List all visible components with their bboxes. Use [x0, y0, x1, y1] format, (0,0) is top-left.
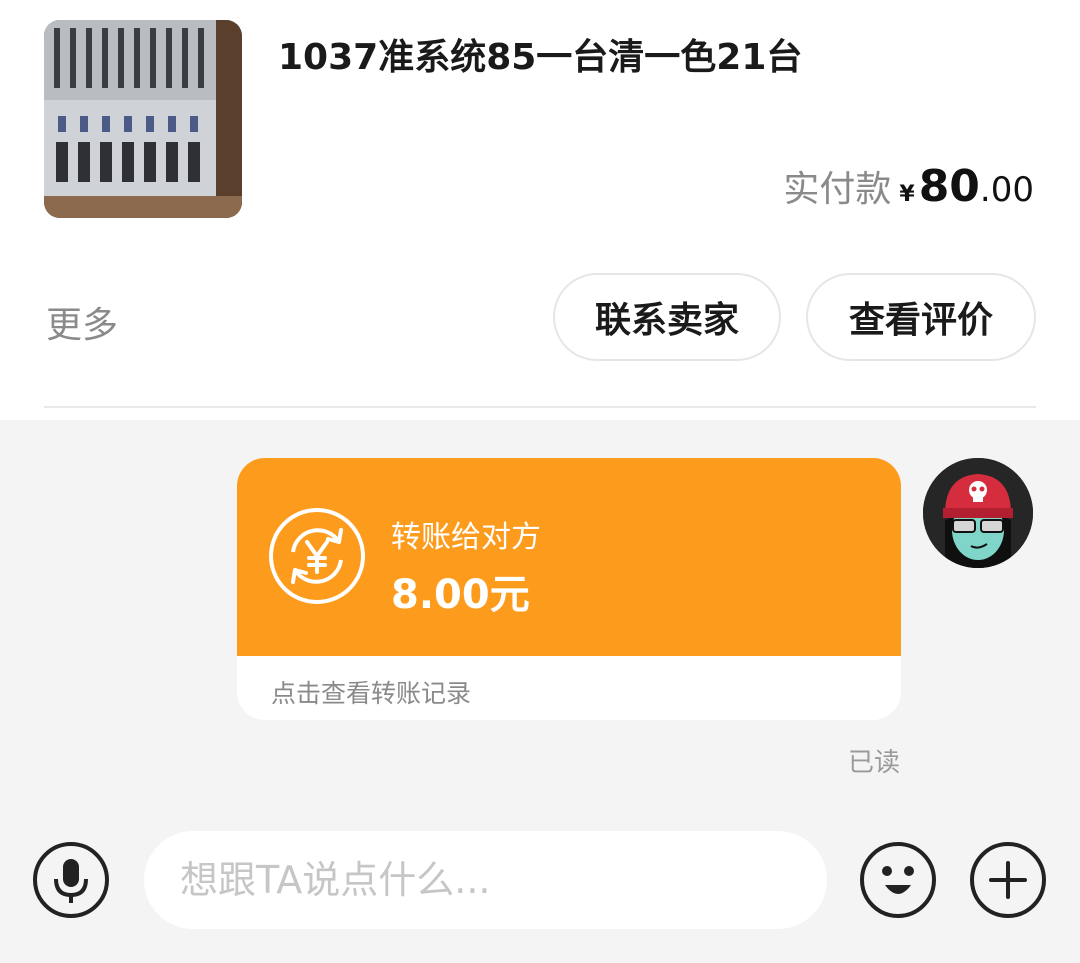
more-button[interactable]: 更多: [46, 296, 118, 348]
read-status: 已读: [848, 748, 901, 778]
product-thumbnail[interactable]: [44, 20, 242, 218]
transfer-message-card[interactable]: 转账给对方 8.00元 点击查看转账记录: [237, 458, 901, 720]
voice-input-button[interactable]: [32, 841, 110, 919]
microphone-icon: [33, 842, 109, 918]
transfer-card-header: 转账给对方 8.00元: [237, 458, 901, 656]
smiley-icon: [860, 842, 936, 918]
product-photo-icon: [44, 20, 242, 218]
plus-icon: [970, 842, 1046, 918]
price-decimal: .00: [979, 170, 1034, 210]
transfer-record-link[interactable]: 点击查看转账记录: [271, 674, 471, 710]
currency-symbol: ¥: [899, 182, 915, 207]
divider: [44, 406, 1036, 408]
paid-amount: 实付款 ¥ 80 .00: [783, 160, 1034, 212]
emoji-button[interactable]: [859, 841, 937, 919]
message-input-box[interactable]: [144, 831, 827, 929]
view-review-button[interactable]: 查看评价: [806, 273, 1036, 361]
product-title[interactable]: 1037准系统85一台清一色21台: [278, 28, 802, 80]
avatar[interactable]: [923, 458, 1033, 568]
more-options-button[interactable]: [969, 841, 1047, 919]
transfer-amount: 8.00元: [391, 572, 530, 618]
user-avatar-icon: [923, 458, 1033, 568]
paid-amount-label: 实付款: [783, 169, 892, 210]
order-summary-card: 1037准系统85一台清一色21台 实付款 ¥ 80 .00 更多 联系卖家 查…: [0, 0, 1080, 420]
contact-seller-button[interactable]: 联系卖家: [553, 273, 781, 361]
transfer-label: 转账给对方: [391, 520, 541, 555]
message-input[interactable]: [178, 857, 782, 903]
price-integer: 80: [918, 161, 980, 212]
transfer-yuan-icon: [269, 508, 365, 604]
